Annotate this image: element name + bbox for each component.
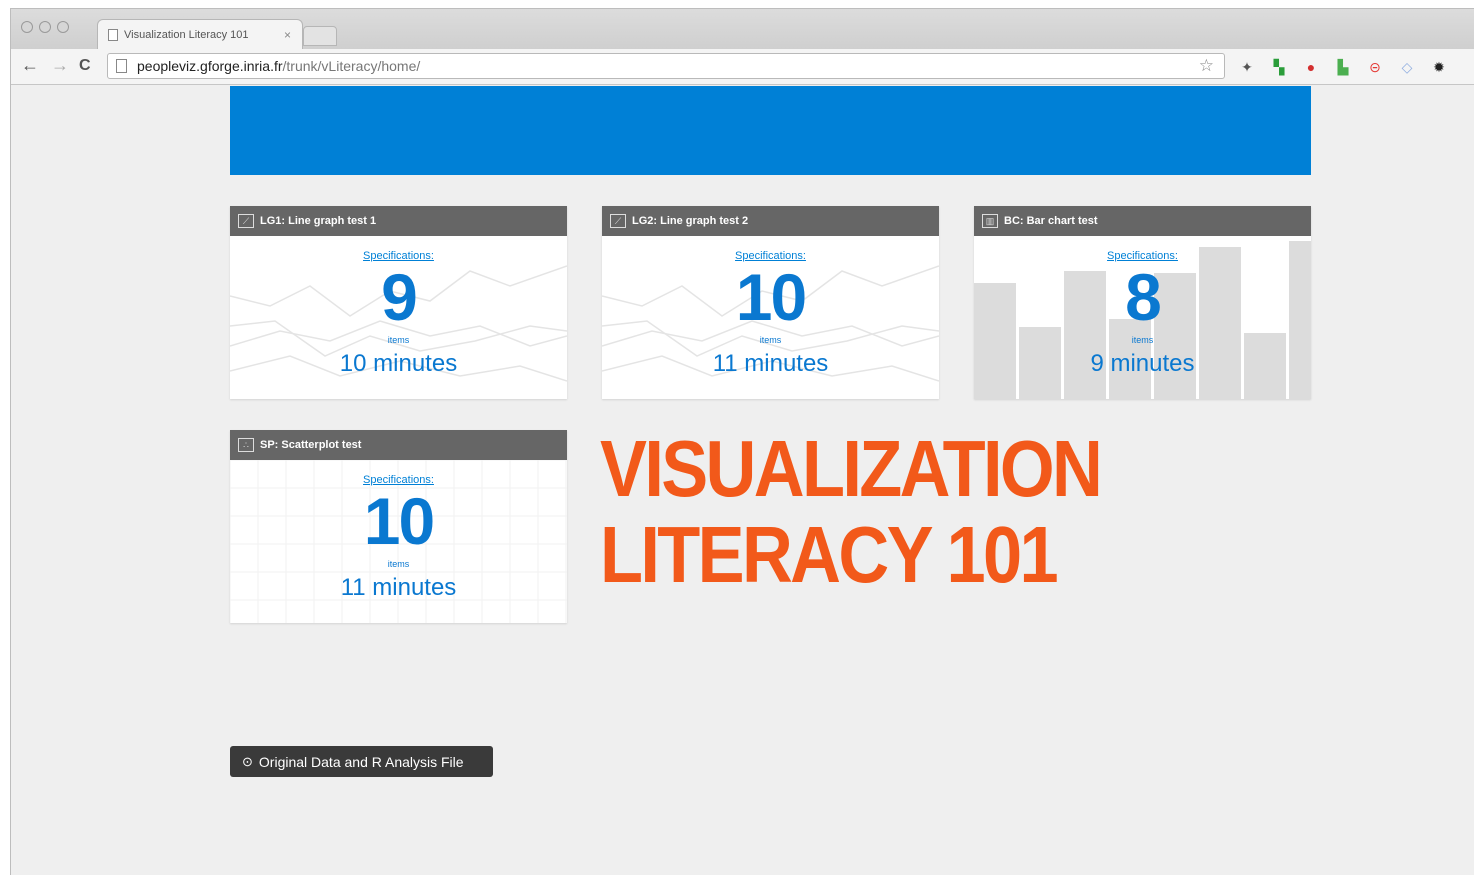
header-banner <box>230 86 1311 175</box>
card-body: Specifications: 9 items 10 minutes <box>230 236 567 399</box>
url-path: /trunk/vLiteracy/home/ <box>282 58 421 74</box>
settings-icon[interactable]: ✹ <box>1429 57 1449 77</box>
download-button-label: Original Data and R Analysis File <box>258 753 464 770</box>
maximize-window-button[interactable] <box>57 21 69 33</box>
item-count: 8 <box>1125 260 1162 334</box>
card-header: ⟋ LG2: Line graph test 2 <box>602 206 939 236</box>
page-icon <box>116 59 127 73</box>
address-bar[interactable]: peopleviz.gforge.inria.fr/trunk/vLiterac… <box>107 53 1225 79</box>
card-text: Specifications: 10 items 11 minutes <box>230 460 567 623</box>
line-chart-icon: ⟋ <box>238 214 254 228</box>
card-title: SP: Scatterplot test <box>260 439 362 451</box>
download-data-button[interactable]: ⊙ Original Data and R Analysis File <box>230 746 493 777</box>
scatter-icon: ∴ <box>238 438 254 452</box>
card-text: Specifications: 10 items 11 minutes <box>602 236 939 399</box>
bookmark-icon[interactable]: ◇ <box>1397 57 1417 77</box>
puzzle-icon[interactable]: ✦ <box>1237 57 1257 77</box>
card-text: Specifications: 9 items 10 minutes <box>230 236 567 399</box>
tab-title: Visualization Literacy 101 <box>124 28 249 41</box>
test-duration: 9 minutes <box>1090 350 1195 377</box>
bar-chart-icon: ▥ <box>982 214 998 228</box>
test-card-bc[interactable]: ▥ BC: Bar chart test Specifications: 8 items… <box>974 206 1311 399</box>
test-duration: 11 minutes <box>340 574 457 601</box>
extension-icons: ✦ ▚ ● ▙ ⊝ ◇ ✹ <box>1237 57 1449 77</box>
title-line-1: VISUALIZATION <box>600 424 1103 513</box>
card-text: Specifications: 8 items 9 minutes <box>974 236 1311 399</box>
page-icon <box>108 28 118 41</box>
close-window-button[interactable] <box>21 21 33 33</box>
browser-toolbar: ← → C peopleviz.gforge.inria.fr/trunk/vL… <box>11 49 1474 85</box>
download-icon: ⊙ <box>242 753 253 769</box>
item-count: 10 <box>735 260 807 334</box>
bookmark-star-icon[interactable]: ☆ <box>1199 56 1214 76</box>
card-body: Specifications: 8 items 9 minutes <box>974 236 1311 399</box>
evernote-icon[interactable]: ▙ <box>1333 57 1353 77</box>
test-card-sp[interactable]: ∴ SP: Scatterplot test Specifications: 10 it… <box>230 430 567 623</box>
test-duration: 10 minutes <box>339 350 458 377</box>
item-count: 9 <box>381 260 418 334</box>
item-count: 10 <box>363 484 435 558</box>
lastpass-icon[interactable]: ⊝ <box>1365 57 1385 77</box>
card-body: Specifications: 10 items 11 minutes <box>602 236 939 399</box>
ublock-icon[interactable]: ● <box>1301 57 1321 77</box>
new-tab-button[interactable] <box>303 26 337 46</box>
window-controls <box>21 21 69 33</box>
title-line-2: LITERACY 101 <box>600 510 1059 599</box>
items-label: items <box>759 335 782 345</box>
card-title: LG1: Line graph test 1 <box>260 215 377 227</box>
test-duration: 11 minutes <box>712 350 829 377</box>
line-chart-icon: ⟋ <box>610 214 626 228</box>
items-label: items <box>387 559 410 569</box>
tab-close-icon[interactable]: × <box>284 28 302 42</box>
card-header: ⟋ LG1: Line graph test 1 <box>230 206 567 236</box>
google-icon[interactable]: ▚ <box>1269 57 1289 77</box>
browser-window: Visualization Literacy 101 × ← → C peopl… <box>10 8 1474 875</box>
tab-bar: Visualization Literacy 101 × <box>11 9 1474 49</box>
items-label: items <box>1131 335 1154 345</box>
back-button[interactable]: ← <box>21 55 39 76</box>
card-title: LG2: Line graph test 2 <box>632 215 749 227</box>
card-title: BC: Bar chart test <box>1004 215 1098 227</box>
reload-button[interactable]: C <box>79 57 91 75</box>
site-title: VISUALIZATION LITERACY 101 <box>600 429 1220 595</box>
url-host: peopleviz.gforge.inria.fr <box>137 58 283 74</box>
tab-active[interactable]: Visualization Literacy 101 × <box>97 19 303 49</box>
test-card-lg2[interactable]: ⟋ LG2: Line graph test 2 Specifications: 10… <box>602 206 939 399</box>
card-header: ▥ BC: Bar chart test <box>974 206 1311 236</box>
card-body: Specifications: 10 items 11 minutes <box>230 460 567 623</box>
items-label: items <box>387 335 410 345</box>
test-card-lg1[interactable]: ⟋ LG1: Line graph test 1 Specifications: 9 i… <box>230 206 567 399</box>
card-header: ∴ SP: Scatterplot test <box>230 430 567 460</box>
minimize-window-button[interactable] <box>39 21 51 33</box>
forward-button[interactable]: → <box>51 55 69 76</box>
